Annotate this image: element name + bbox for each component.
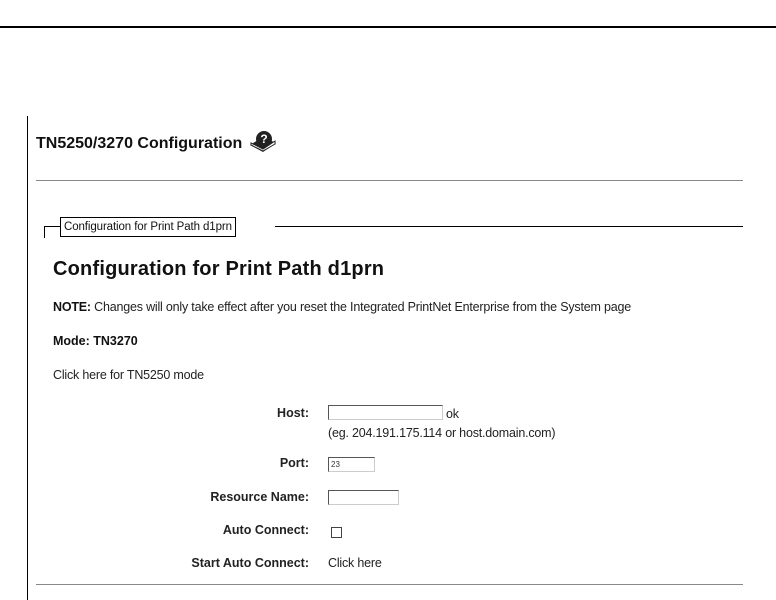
host-hint: (eg. 204.191.175.114 or host.domain.com)	[328, 426, 556, 440]
auto-connect-checkbox[interactable]	[331, 527, 342, 538]
fieldset-border	[44, 226, 45, 238]
resource-name-label: Resource Name:	[210, 490, 309, 504]
host-label: Host:	[277, 406, 309, 420]
fieldset-border	[44, 226, 60, 227]
host-input[interactable]	[328, 405, 443, 420]
mode-label: Mode: TN3270	[53, 334, 138, 348]
note-body: Changes will only take effect after you …	[90, 300, 631, 314]
left-margin-rule	[27, 116, 28, 600]
fieldset-border	[275, 226, 743, 227]
svg-text:?: ?	[261, 132, 268, 146]
title-divider	[36, 180, 743, 181]
auto-connect-label: Auto Connect:	[222, 523, 309, 537]
page-title-text: TN5250/3270 Configuration	[36, 135, 243, 152]
tn5250-mode-link[interactable]: Click here for TN5250 mode	[53, 368, 204, 382]
host-status: ok	[446, 407, 459, 421]
note-text: NOTE: Changes will only take effect afte…	[53, 300, 631, 314]
port-input[interactable]	[328, 457, 375, 472]
top-rule	[0, 26, 776, 28]
start-auto-connect-label: Start Auto Connect:	[191, 556, 309, 570]
start-auto-connect-link[interactable]: Click here	[328, 556, 382, 570]
help-book-icon[interactable]: ?	[248, 129, 278, 155]
section-heading: Configuration for Print Path d1prn	[53, 258, 385, 280]
bottom-divider	[36, 584, 743, 585]
page-title: TN5250/3270 Configuration ?	[36, 131, 278, 157]
fieldset-legend: Configuration for Print Path d1prn	[60, 217, 236, 237]
note-label: NOTE:	[53, 300, 91, 314]
resource-name-input[interactable]	[328, 490, 399, 505]
port-label: Port:	[279, 456, 309, 470]
